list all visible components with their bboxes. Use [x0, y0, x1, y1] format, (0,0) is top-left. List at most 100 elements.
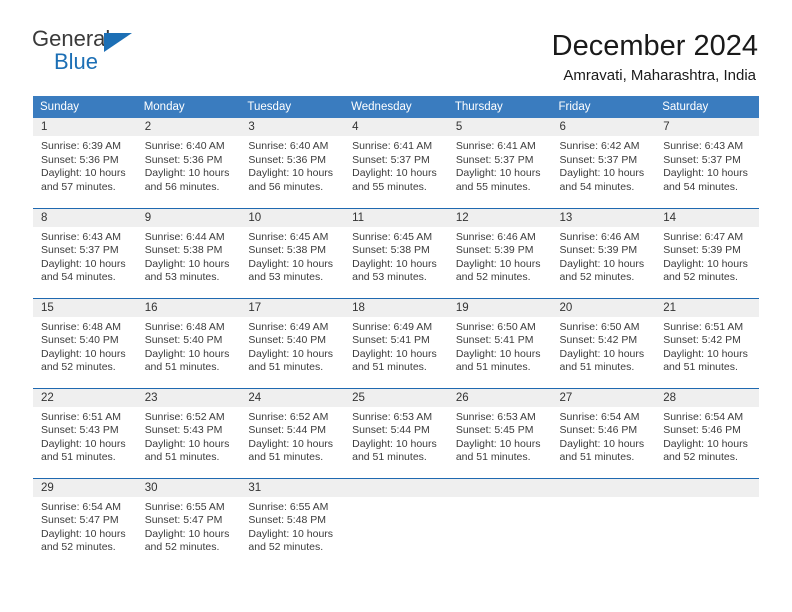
calendar-day-cell[interactable]: 2 Sunrise: 6:40 AM Sunset: 5:36 PM Daylight… [136, 118, 241, 208]
sunrise-time: Sunrise: 6:55 AM [248, 500, 329, 513]
calendar-day-cell[interactable]: 1 Sunrise: 6:39 AM Sunset: 5:36 PM Daylight… [33, 118, 137, 208]
calendar-day-cell[interactable]: 12 Sunrise: 6:46 AM Sunset: 5:39 PM Dayligh… [447, 207, 552, 298]
calendar-day-cell[interactable]: 23 Sunrise: 6:52 AM Sunset: 5:43 PM Dayligh… [136, 387, 241, 478]
sunset-time: Sunset: 5:42 PM [663, 334, 741, 347]
calendar-week-row: 8 Sunrise: 6:43 AM Sunset: 5:37 PM Daylight… [33, 207, 759, 298]
day-number: 4 [344, 118, 448, 136]
generalblue-logo[interactable]: General Blue [32, 28, 142, 78]
daylight-duration: Daylight: 10 hours and 51 minutes. [144, 347, 230, 374]
title-block: December 2024 Amravati, Maharashtra, Ind… [552, 28, 758, 85]
calendar-day-cell[interactable]: 15 Sunrise: 6:48 AM Sunset: 5:40 PM Dayligh… [33, 297, 137, 388]
day-details: Sunrise: 6:54 AM Sunset: 5:46 PM Daylight:… [552, 407, 656, 465]
day-number: 12 [447, 208, 552, 227]
calendar-day-cell[interactable]: 24 Sunrise: 6:52 AM Sunset: 5:44 PM Dayligh… [240, 387, 345, 478]
daylight-duration: Daylight: 10 hours and 55 minutes. [455, 167, 541, 193]
calendar-day-cell[interactable]: 8 Sunrise: 6:43 AM Sunset: 5:37 PM Daylight… [33, 207, 137, 298]
day-details: Sunrise: 6:45 AM Sunset: 5:38 PM Daylight:… [240, 227, 344, 285]
day-number: 14 [655, 208, 759, 227]
sunset-time: Sunset: 5:39 PM [455, 244, 534, 257]
calendar-day-cell[interactable]: 27 Sunrise: 6:54 AM Sunset: 5:46 PM Dayligh… [551, 387, 656, 478]
calendar-day-cell[interactable]: 22 Sunrise: 6:51 AM Sunset: 5:43 PM Dayligh… [33, 387, 137, 478]
page-header: General Blue December 2024 Amravati, Mah… [0, 0, 792, 96]
day-details: Sunrise: 6:42 AM Sunset: 5:37 PM Daylight:… [552, 136, 656, 194]
sunset-time: Sunset: 5:44 PM [352, 424, 430, 437]
calendar-week-row: 1 Sunrise: 6:39 AM Sunset: 5:36 PM Daylight… [33, 118, 759, 208]
day-details: Sunrise: 6:50 AM Sunset: 5:41 PM Daylight:… [448, 317, 552, 375]
sunset-time: Sunset: 5:37 PM [559, 153, 638, 166]
day-details: Sunrise: 6:41 AM Sunset: 5:37 PM Daylight:… [448, 136, 552, 194]
sunrise-time: Sunrise: 6:46 AM [455, 230, 536, 243]
sunrise-time: Sunrise: 6:54 AM [663, 410, 744, 423]
calendar-day-cell[interactable]: 29 Sunrise: 6:54 AM Sunset: 5:47 PM Dayligh… [33, 477, 137, 568]
day-details: Sunrise: 6:53 AM Sunset: 5:44 PM Daylight:… [344, 407, 448, 465]
sunrise-time: Sunrise: 6:51 AM [41, 410, 121, 423]
sunset-time: Sunset: 5:37 PM [663, 153, 741, 166]
sunset-time: Sunset: 5:44 PM [248, 424, 327, 437]
day-details: Sunrise: 6:55 AM Sunset: 5:48 PM Daylight:… [240, 497, 344, 555]
calendar-day-cell[interactable]: 30 Sunrise: 6:55 AM Sunset: 5:47 PM Dayligh… [136, 477, 241, 568]
calendar-day-cell[interactable]: 18 Sunrise: 6:49 AM Sunset: 5:41 PM Dayligh… [344, 297, 448, 388]
calendar-week-row: 22 Sunrise: 6:51 AM Sunset: 5:43 PM Dayligh… [33, 387, 759, 478]
day-number: 19 [447, 298, 552, 317]
calendar-day-cell[interactable]: 7 Sunrise: 6:43 AM Sunset: 5:37 PM Daylight… [655, 118, 759, 208]
day-details: Sunrise: 6:51 AM Sunset: 5:43 PM Daylight:… [33, 407, 137, 465]
calendar-day-cell[interactable]: 17 Sunrise: 6:49 AM Sunset: 5:40 PM Dayligh… [240, 297, 345, 388]
day-details: Sunrise: 6:49 AM Sunset: 5:41 PM Daylight:… [344, 317, 448, 375]
daylight-duration: Daylight: 10 hours and 51 minutes. [352, 437, 437, 464]
sunrise-time: Sunrise: 6:48 AM [41, 320, 121, 333]
day-number: 24 [240, 388, 345, 407]
sunset-time: Sunset: 5:40 PM [144, 334, 223, 347]
calendar-day-cell[interactable]: 28 Sunrise: 6:54 AM Sunset: 5:46 PM Dayligh… [655, 387, 759, 478]
calendar-day-cell[interactable]: 26 Sunrise: 6:53 AM Sunset: 5:45 PM Dayligh… [447, 387, 552, 478]
calendar-day-cell[interactable]: 9 Sunrise: 6:44 AM Sunset: 5:38 PM Daylight… [136, 207, 241, 298]
calendar-day-cell[interactable]: 6 Sunrise: 6:42 AM Sunset: 5:37 PM Daylight… [551, 118, 656, 208]
calendar-day-cell-empty [447, 477, 552, 568]
day-number: 10 [240, 208, 345, 227]
sunrise-time: Sunrise: 6:40 AM [248, 140, 329, 152]
triangle-logo-mark-icon [104, 33, 132, 52]
sunrise-time: Sunrise: 6:54 AM [41, 500, 121, 513]
sunset-time: Sunset: 5:40 PM [248, 334, 327, 347]
calendar-day-cell[interactable]: 5 Sunrise: 6:41 AM Sunset: 5:37 PM Daylight… [447, 118, 552, 208]
calendar-day-cell[interactable]: 3 Sunrise: 6:40 AM Sunset: 5:36 PM Daylight… [240, 118, 345, 208]
day-number: 2 [136, 118, 241, 136]
daylight-duration: Daylight: 10 hours and 51 minutes. [559, 437, 645, 464]
day-details: Sunrise: 6:54 AM Sunset: 5:47 PM Daylight:… [33, 497, 137, 555]
day-details: Sunrise: 6:53 AM Sunset: 5:45 PM Daylight:… [448, 407, 552, 465]
day-number: 5 [447, 118, 552, 136]
sunset-time: Sunset: 5:41 PM [352, 334, 430, 347]
weekday-header-saturday: Saturday [655, 96, 759, 118]
calendar-day-cell[interactable]: 31 Sunrise: 6:55 AM Sunset: 5:48 PM Dayligh… [240, 477, 345, 568]
day-details: Sunrise: 6:52 AM Sunset: 5:43 PM Daylight:… [137, 407, 241, 465]
calendar-day-cell[interactable]: 14 Sunrise: 6:47 AM Sunset: 5:39 PM Dayligh… [655, 207, 759, 298]
sunrise-time: Sunrise: 6:42 AM [559, 140, 640, 152]
calendar-day-cell[interactable]: 20 Sunrise: 6:50 AM Sunset: 5:42 PM Dayligh… [551, 297, 656, 388]
sunset-time: Sunset: 5:41 PM [455, 334, 534, 347]
calendar-day-cell[interactable]: 21 Sunrise: 6:51 AM Sunset: 5:42 PM Dayligh… [655, 297, 759, 388]
calendar-day-cell[interactable]: 13 Sunrise: 6:46 AM Sunset: 5:39 PM Dayligh… [551, 207, 656, 298]
sunset-time: Sunset: 5:39 PM [559, 244, 638, 257]
calendar-day-cell[interactable]: 19 Sunrise: 6:50 AM Sunset: 5:41 PM Dayligh… [447, 297, 552, 388]
daylight-duration: Daylight: 10 hours and 52 minutes. [41, 347, 126, 374]
day-number: 27 [551, 388, 656, 407]
calendar-day-cell-empty [344, 477, 448, 568]
sunset-time: Sunset: 5:37 PM [352, 153, 430, 166]
day-number: 18 [344, 298, 448, 317]
sunrise-time: Sunrise: 6:40 AM [144, 140, 225, 152]
day-number [344, 478, 448, 497]
day-details: Sunrise: 6:55 AM Sunset: 5:47 PM Daylight:… [137, 497, 241, 555]
calendar-day-cell[interactable]: 25 Sunrise: 6:53 AM Sunset: 5:44 PM Dayligh… [344, 387, 448, 478]
calendar-day-cell[interactable]: 4 Sunrise: 6:41 AM Sunset: 5:37 PM Daylight… [344, 118, 448, 208]
day-details: Sunrise: 6:48 AM Sunset: 5:40 PM Daylight:… [137, 317, 241, 375]
calendar-body: 1 Sunrise: 6:39 AM Sunset: 5:36 PM Daylight… [33, 118, 759, 568]
calendar-day-cell[interactable]: 11 Sunrise: 6:45 AM Sunset: 5:38 PM Dayligh… [344, 207, 448, 298]
sunset-time: Sunset: 5:46 PM [663, 424, 741, 437]
logo-text-blue: Blue [54, 49, 99, 74]
weekday-header-monday: Monday [136, 96, 241, 118]
calendar-day-cell[interactable]: 16 Sunrise: 6:48 AM Sunset: 5:40 PM Dayligh… [136, 297, 241, 388]
day-number: 28 [655, 388, 759, 407]
sunset-time: Sunset: 5:46 PM [559, 424, 638, 437]
daylight-duration: Daylight: 10 hours and 52 minutes. [248, 527, 334, 554]
sunset-time: Sunset: 5:38 PM [144, 244, 223, 257]
calendar-day-cell[interactable]: 10 Sunrise: 6:45 AM Sunset: 5:38 PM Dayligh… [240, 207, 345, 298]
